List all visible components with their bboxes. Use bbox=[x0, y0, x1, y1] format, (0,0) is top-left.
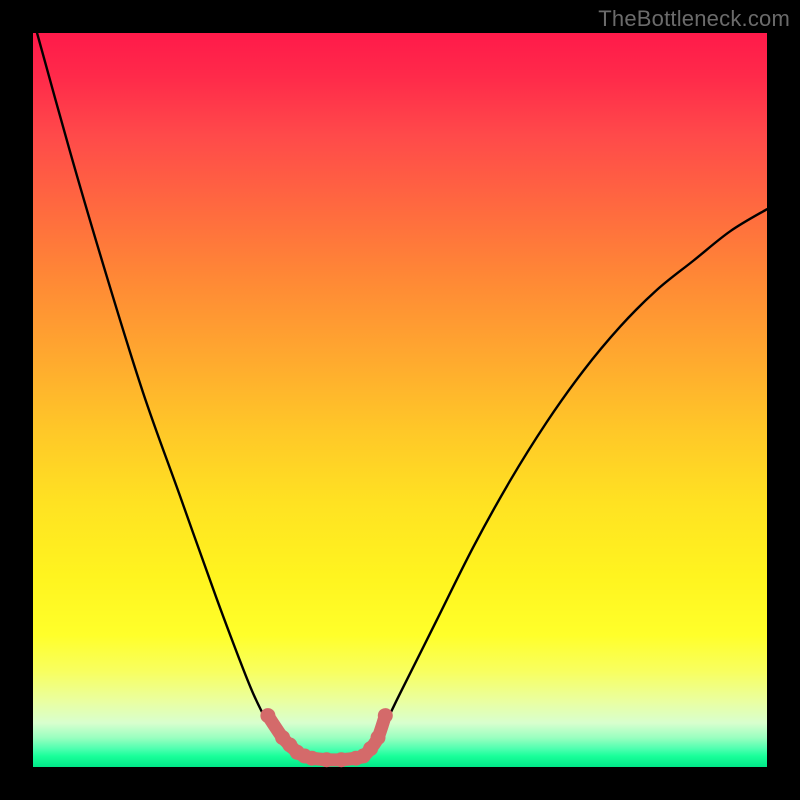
watermark-text: TheBottleneck.com bbox=[598, 6, 790, 32]
marker-dot bbox=[319, 752, 334, 767]
marker-dot bbox=[378, 708, 393, 723]
marker-dot bbox=[371, 730, 386, 745]
plot-area bbox=[33, 33, 767, 767]
marker-dot bbox=[260, 708, 275, 723]
curve-line bbox=[33, 18, 767, 760]
marker-dot bbox=[334, 752, 349, 767]
chart-svg bbox=[33, 33, 767, 767]
marker-dot bbox=[304, 751, 319, 766]
chart-frame: TheBottleneck.com bbox=[0, 0, 800, 800]
bottom-marker-group bbox=[260, 708, 392, 767]
